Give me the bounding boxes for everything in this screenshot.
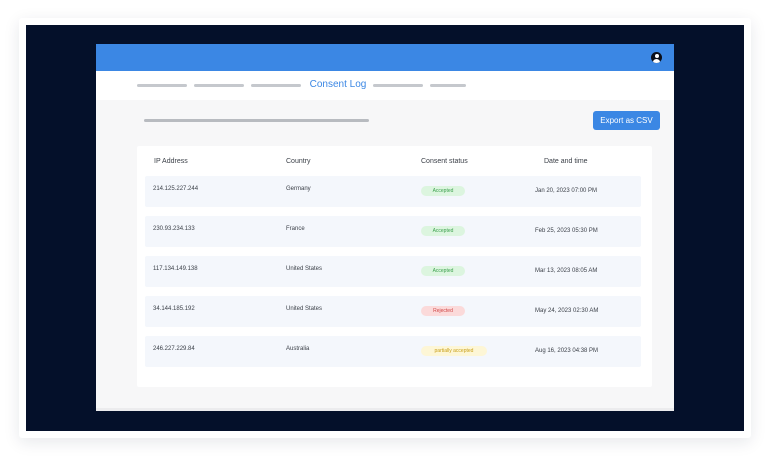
cell-datetime: Mar 13, 2023 08:05 AM [535, 268, 598, 274]
bottom-divider [96, 408, 674, 411]
nav-bar: Consent Log [96, 71, 674, 100]
avatar-body [653, 58, 660, 63]
cell-ip-address: 230.93.234.133 [153, 226, 195, 232]
nav-item-placeholder-2[interactable] [194, 84, 244, 87]
status-badge: partially accepted [421, 346, 487, 356]
app-window: Consent Log Export as CSV IP Address Cou… [96, 44, 674, 411]
nav-item-placeholder-1[interactable] [137, 84, 187, 87]
top-bar [96, 44, 674, 71]
cell-ip-address: 117.134.149.138 [153, 266, 198, 272]
column-header-datetime: Date and time [544, 158, 588, 165]
status-badge: Accepted [421, 186, 465, 196]
cell-country: United States [286, 306, 323, 312]
toolbar-placeholder-bar [144, 119, 369, 122]
nav-item-consent-log[interactable]: Consent Log [302, 79, 374, 91]
status-badge: Accepted [421, 266, 465, 276]
nav-item-placeholder-5[interactable] [430, 84, 466, 87]
consent-table: IP Address Country Consent status Date a… [137, 146, 652, 387]
table-row: 230.93.234.133 France Accepted Feb 25, 2023… [145, 216, 641, 247]
cell-country: Germany [286, 186, 311, 192]
cell-country: France [286, 226, 305, 232]
nav-item-placeholder-4[interactable] [373, 84, 423, 87]
status-badge: Rejected [421, 306, 465, 316]
cell-ip-address: 246.227.229.84 [153, 346, 195, 352]
column-header-country: Country [286, 158, 311, 165]
column-header-ip: IP Address [154, 158, 188, 165]
table-row: 246.227.229.84 Australia partially accepte… [145, 336, 641, 367]
table-row: 34.144.185.192 United States Rejected May 2… [145, 296, 641, 327]
table-row: 214.125.227.244 Germany Accepted Jan 20, 20… [145, 176, 641, 207]
cell-datetime: May 24, 2023 02:30 AM [535, 308, 599, 314]
export-csv-button[interactable]: Export as CSV [593, 111, 660, 130]
cell-country: United States [286, 266, 323, 272]
table-row: 117.134.149.138 United States Accepted Mar … [145, 256, 641, 287]
cell-ip-address: 214.125.227.244 [153, 186, 199, 192]
status-badge: Accepted [421, 226, 465, 236]
column-header-status: Consent status [421, 158, 468, 165]
user-circle-icon[interactable] [651, 52, 662, 63]
cell-datetime: Aug 16, 2023 04:38 PM [535, 348, 599, 354]
cell-datetime: Feb 25, 2023 05:30 PM [535, 228, 598, 234]
cell-ip-address: 34.144.185.192 [153, 306, 195, 312]
nav-item-placeholder-3[interactable] [251, 84, 301, 87]
cell-datetime: Jan 20, 2023 07:00 PM [535, 188, 598, 194]
cell-country: Australia [286, 346, 310, 352]
avatar-head [654, 54, 659, 58]
